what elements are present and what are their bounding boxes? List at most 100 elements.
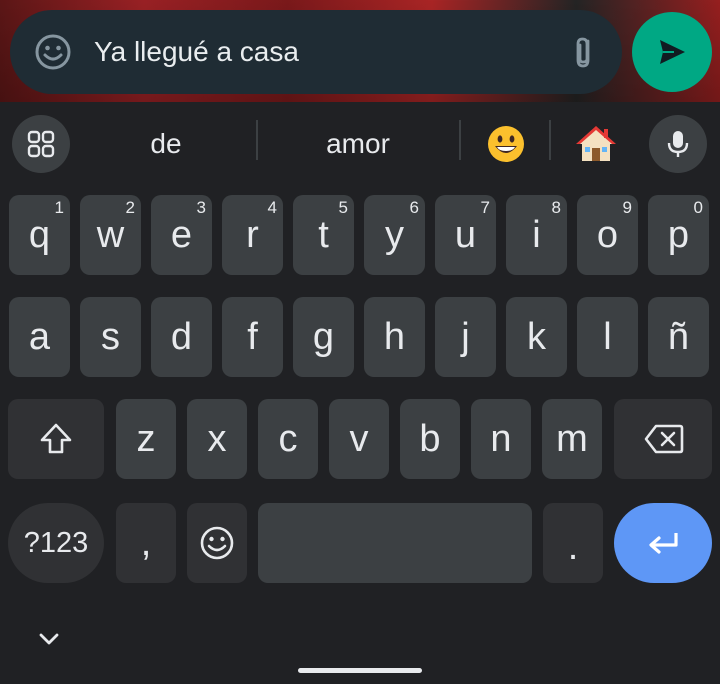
key-label: g	[312, 316, 335, 358]
key-q[interactable]: q1	[9, 195, 70, 275]
key-number-hint: 1	[54, 198, 64, 217]
comma-label: ,	[140, 522, 152, 564]
suggestion-word-1[interactable]: de	[100, 102, 232, 186]
key-label: k	[527, 316, 546, 358]
key-number-hint: 7	[480, 198, 490, 217]
shift-key[interactable]	[8, 399, 104, 479]
key-c[interactable]: c	[258, 399, 318, 479]
key-z[interactable]: z	[116, 399, 176, 479]
key-label: z	[136, 418, 156, 460]
key-f[interactable]: f	[222, 297, 283, 377]
suggestion-divider	[256, 120, 258, 160]
grid-menu-icon	[26, 129, 56, 159]
grinning-face-emoji[interactable]	[482, 120, 530, 168]
key-label: a	[28, 316, 51, 358]
key-label: n	[490, 418, 512, 460]
key-h[interactable]: h	[364, 297, 425, 377]
key-b[interactable]: b	[400, 399, 460, 479]
suggestion-strip: de amor	[0, 102, 720, 186]
key-d[interactable]: d	[151, 297, 212, 377]
key-number-hint: 9	[622, 198, 632, 217]
key-label: v	[349, 418, 369, 460]
voice-input-button[interactable]	[649, 115, 707, 173]
enter-return-icon	[645, 527, 681, 559]
microphone-icon	[663, 129, 693, 159]
key-r[interactable]: r4	[222, 195, 283, 275]
key-label: c	[278, 418, 298, 460]
enter-key[interactable]	[614, 503, 712, 583]
period-key[interactable]: .	[543, 503, 603, 583]
key-t[interactable]: t5	[293, 195, 354, 275]
key-label: m	[556, 418, 588, 460]
key-a[interactable]: a	[9, 297, 70, 377]
key-label: f	[247, 316, 258, 358]
key-g[interactable]: g	[293, 297, 354, 377]
key-label: i	[532, 214, 541, 256]
chevron-down-icon[interactable]	[36, 626, 62, 652]
period-label: .	[567, 526, 579, 568]
key-w[interactable]: w2	[80, 195, 141, 275]
navigation-bar	[0, 604, 720, 684]
shift-arrow-icon	[38, 421, 74, 457]
keyboard-menu-button[interactable]	[12, 115, 70, 173]
key-number-hint: 0	[693, 198, 703, 217]
key-label: s	[101, 316, 120, 358]
emoji-smiley-icon	[199, 525, 235, 561]
key-number-hint: 8	[551, 198, 561, 217]
key-s[interactable]: s	[80, 297, 141, 377]
key-p[interactable]: p0	[648, 195, 709, 275]
paperclip-icon[interactable]	[564, 32, 604, 72]
key-i[interactable]: i8	[506, 195, 567, 275]
emoji-smiley-icon[interactable]	[34, 33, 72, 71]
backspace-icon	[644, 423, 684, 455]
send-arrow-icon	[655, 35, 689, 69]
key-label: o	[596, 214, 619, 256]
key-label: x	[207, 418, 227, 460]
key-label: y	[385, 214, 404, 256]
key-y[interactable]: y6	[364, 195, 425, 275]
key-l[interactable]: l	[577, 297, 638, 377]
key-number-hint: 5	[338, 198, 348, 217]
key-o[interactable]: o9	[577, 195, 638, 275]
key-label: u	[454, 214, 477, 256]
key-label: h	[383, 316, 406, 358]
key-ñ[interactable]: ñ	[648, 297, 709, 377]
key-label: r	[246, 214, 259, 256]
key-k[interactable]: k	[506, 297, 567, 377]
key-x[interactable]: x	[187, 399, 247, 479]
key-label: b	[419, 418, 441, 460]
key-number-hint: 6	[409, 198, 419, 217]
key-label: w	[96, 214, 125, 256]
message-input[interactable]: Ya llegué a casa	[94, 10, 299, 94]
suggestion-word-2[interactable]: amor	[268, 102, 448, 186]
key-n[interactable]: n	[471, 399, 531, 479]
key-label: d	[170, 316, 193, 358]
home-indicator[interactable]	[298, 668, 422, 673]
space-bar[interactable]	[258, 503, 532, 583]
key-number-hint: 2	[125, 198, 135, 217]
key-label: ñ	[667, 316, 690, 358]
key-label: e	[170, 214, 193, 256]
suggestion-divider	[459, 120, 461, 160]
key-label: l	[603, 316, 612, 358]
key-label: q	[28, 214, 51, 256]
message-compose-bar[interactable]: Ya llegué a casa	[10, 10, 622, 94]
key-m[interactable]: m	[542, 399, 602, 479]
send-button[interactable]	[632, 12, 712, 92]
key-label: t	[318, 214, 329, 256]
key-number-hint: 3	[196, 198, 206, 217]
key-e[interactable]: e3	[151, 195, 212, 275]
key-u[interactable]: u7	[435, 195, 496, 275]
key-label: p	[667, 214, 690, 256]
backspace-key[interactable]	[614, 399, 712, 479]
house-emoji[interactable]	[572, 120, 620, 168]
key-number-hint: 4	[267, 198, 277, 217]
symbols-key[interactable]: ?123	[8, 503, 104, 583]
suggestion-divider	[549, 120, 551, 160]
key-j[interactable]: j	[435, 297, 496, 377]
comma-key[interactable]: ,	[116, 503, 176, 583]
key-label: j	[461, 316, 470, 358]
keyboard: de amor q 1 w 2 e 3 r 4 t 5 y 6 u 7 i 8 …	[0, 102, 720, 684]
key-v[interactable]: v	[329, 399, 389, 479]
emoji-key[interactable]	[187, 503, 247, 583]
